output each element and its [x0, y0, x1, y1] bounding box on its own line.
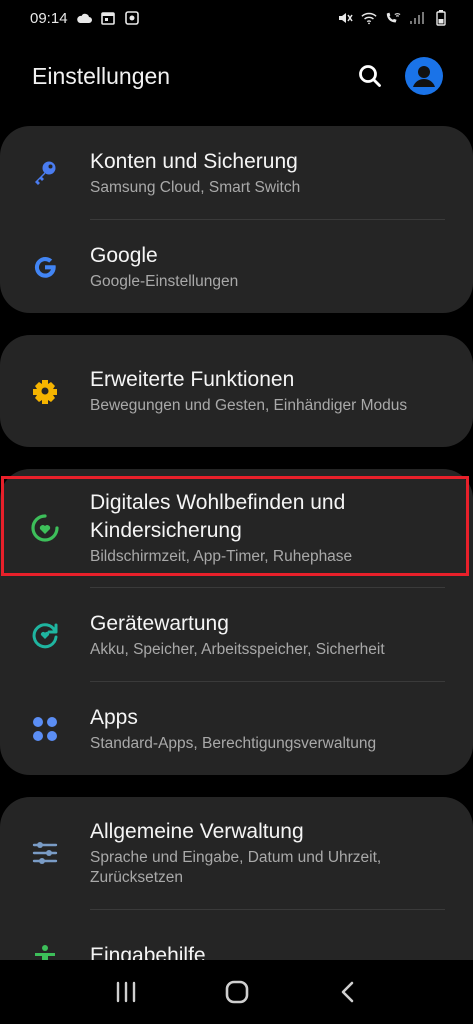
sliders-icon [0, 839, 90, 867]
signal-icon [409, 10, 425, 26]
settings-group-advanced: Erweiterte Funktionen Bewegungen und Ges… [0, 335, 473, 447]
wellbeing-icon [0, 513, 90, 543]
header: Einstellungen [0, 50, 473, 102]
settings-item-general-management[interactable]: Allgemeine Verwaltung Sprache und Eingab… [0, 797, 473, 909]
settings-list[interactable]: Konten und Sicherung Samsung Cloud, Smar… [0, 126, 473, 960]
settings-item-title: Digitales Wohlbefinden und Kindersicheru… [90, 491, 346, 542]
settings-item-subtitle: Akku, Speicher, Arbeitsspeicher, Sicherh… [90, 640, 385, 658]
device-care-icon [0, 620, 90, 650]
settings-item-title: Allgemeine Verwaltung [90, 820, 304, 843]
navigation-bar [0, 960, 473, 1024]
settings-item-subtitle: Sprache und Eingabe, Datum und Uhrzeit, … [90, 849, 382, 886]
status-time: 09:14 [30, 9, 68, 27]
google-icon [0, 253, 90, 281]
home-button[interactable] [217, 972, 257, 1012]
settings-item-google[interactable]: Google Google-Einstellungen [0, 220, 473, 313]
status-bar: 09:14 [0, 0, 473, 36]
settings-group-wellbeing: Digitales Wohlbefinden und Kindersicheru… [0, 469, 473, 775]
settings-item-title: Apps [90, 705, 138, 729]
settings-item-accounts-backup[interactable]: Konten und Sicherung Samsung Cloud, Smar… [0, 126, 473, 219]
settings-item-device-care[interactable]: Gerätewartung Akku, Speicher, Arbeitsspe… [0, 588, 473, 681]
settings-item-subtitle: Standard-Apps, Berechtigungsverwaltung [90, 734, 377, 752]
header-actions [357, 57, 443, 95]
settings-item-apps[interactable]: Apps Standard-Apps, Berechtigungsverwalt… [0, 682, 473, 775]
settings-item-subtitle: Google-Einstellungen [90, 272, 239, 290]
cloud-icon [76, 10, 92, 26]
wifi-icon [361, 10, 377, 26]
settings-group-general: Allgemeine Verwaltung Sprache und Eingab… [0, 797, 473, 960]
recent-apps-icon [116, 981, 135, 1003]
settings-group-accounts: Konten und Sicherung Samsung Cloud, Smar… [0, 126, 473, 313]
settings-item-digital-wellbeing[interactable]: Digitales Wohlbefinden und Kindersicheru… [0, 469, 473, 587]
back-button[interactable] [328, 972, 368, 1012]
apps-icon [0, 715, 90, 743]
settings-item-title: Google [90, 243, 158, 267]
mute-icon [337, 10, 353, 26]
home-icon [225, 980, 248, 1004]
settings-item-advanced-features[interactable]: Erweiterte Funktionen Bewegungen und Ges… [0, 335, 473, 447]
status-left: 09:14 [30, 10, 140, 27]
recent-apps-button[interactable] [106, 972, 146, 1012]
accessibility-icon [0, 943, 90, 960]
settings-item-subtitle: Bewegungen und Gesten, Einhändiger Modus [90, 397, 408, 414]
battery-icon [433, 10, 449, 26]
settings-item-title: Konten und Sicherung [90, 149, 298, 173]
key-icon [0, 159, 90, 187]
settings-item-subtitle: Samsung Cloud, Smart Switch [90, 178, 301, 196]
calendar-icon [100, 10, 116, 26]
back-icon [341, 981, 353, 1003]
record-icon [124, 10, 140, 26]
search-icon [359, 65, 381, 87]
puzzle-gear-icon [0, 377, 90, 405]
settings-item-accessibility[interactable]: Eingabehilfe [0, 910, 473, 960]
search-button[interactable] [357, 63, 383, 89]
settings-item-title: Erweiterte Funktionen [90, 368, 295, 391]
profile-button[interactable] [405, 57, 443, 95]
status-right [337, 10, 449, 26]
call-wifi-icon [385, 10, 401, 26]
page-title: Einstellungen [32, 62, 171, 89]
settings-item-title: Eingabehilfe [90, 943, 206, 961]
profile-icon [413, 66, 435, 87]
settings-item-subtitle: Bildschirmzeit, App-Timer, Ruhephase [90, 548, 353, 565]
settings-item-title: Gerätewartung [90, 611, 229, 635]
